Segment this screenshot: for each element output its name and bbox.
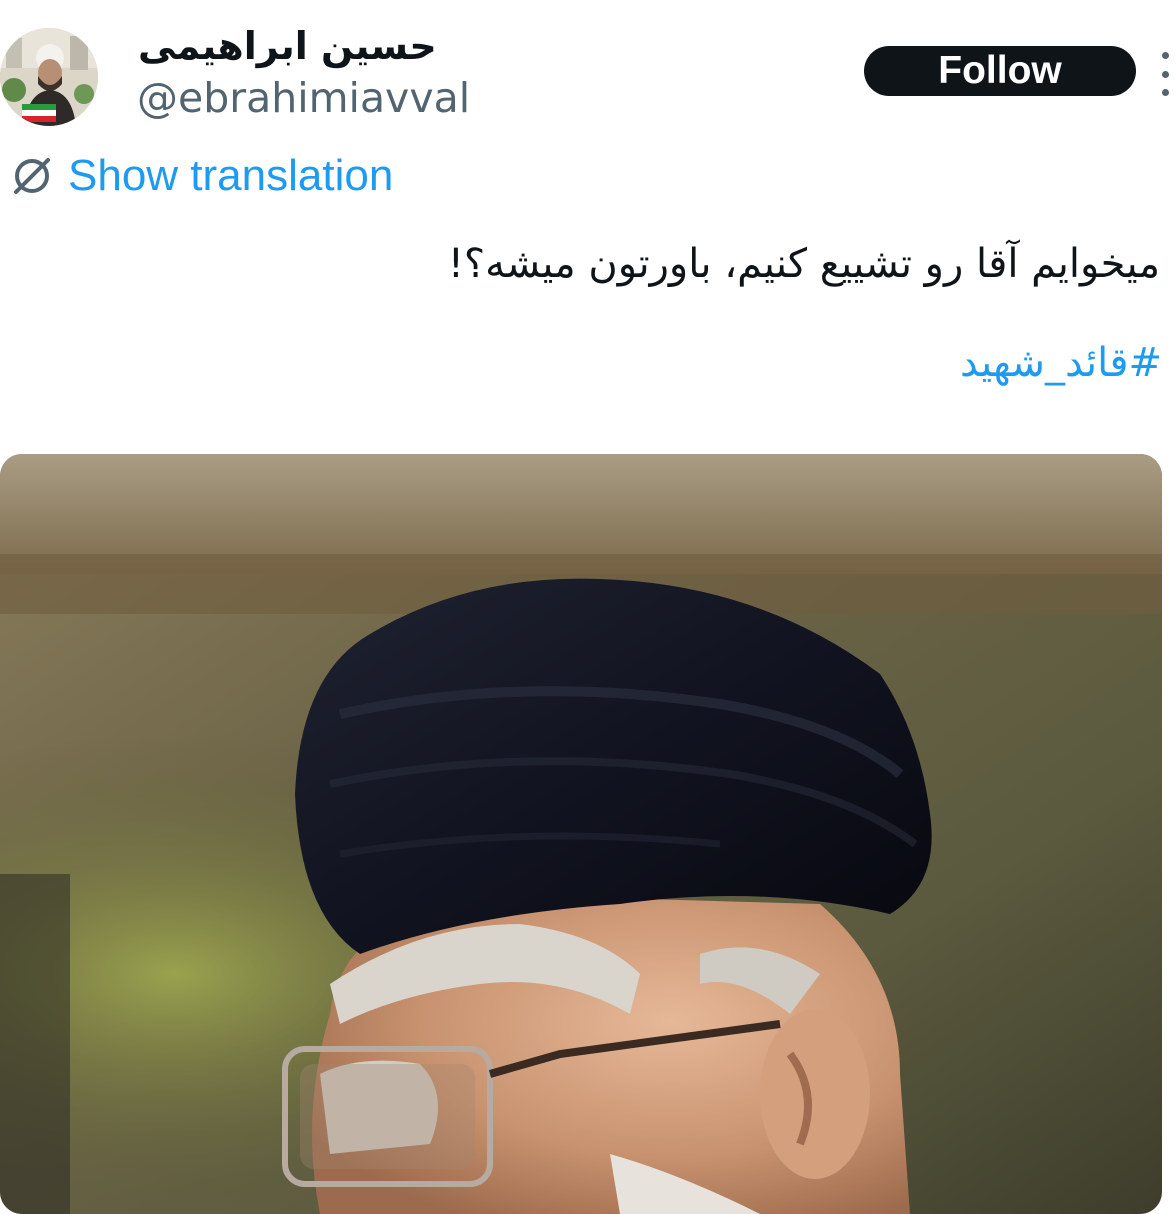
more-dot [1161,52,1169,59]
tweet-text: میخوایم آقا رو تشییع کنیم، باورتون میشه؟… [447,241,1160,287]
author-display-name[interactable]: حسین ابراهیمی [138,25,437,68]
follow-button[interactable]: Follow [864,46,1136,96]
author-avatar[interactable] [0,28,98,126]
more-dot [1161,89,1169,96]
show-translation-label: Show translation [68,151,394,200]
profile-photo-icon [0,28,98,126]
more-dot [1161,70,1169,78]
hashtag-link[interactable]: #قائد_شهید [960,335,1162,391]
more-options-icon[interactable] [1154,52,1176,96]
tweet-photo[interactable] [0,454,1162,1214]
photo-image [0,454,1162,1214]
translate-globe-icon [14,158,50,194]
author-handle[interactable]: @ebrahimiavval [137,75,470,121]
show-translation-button[interactable]: Show translation [10,148,393,204]
